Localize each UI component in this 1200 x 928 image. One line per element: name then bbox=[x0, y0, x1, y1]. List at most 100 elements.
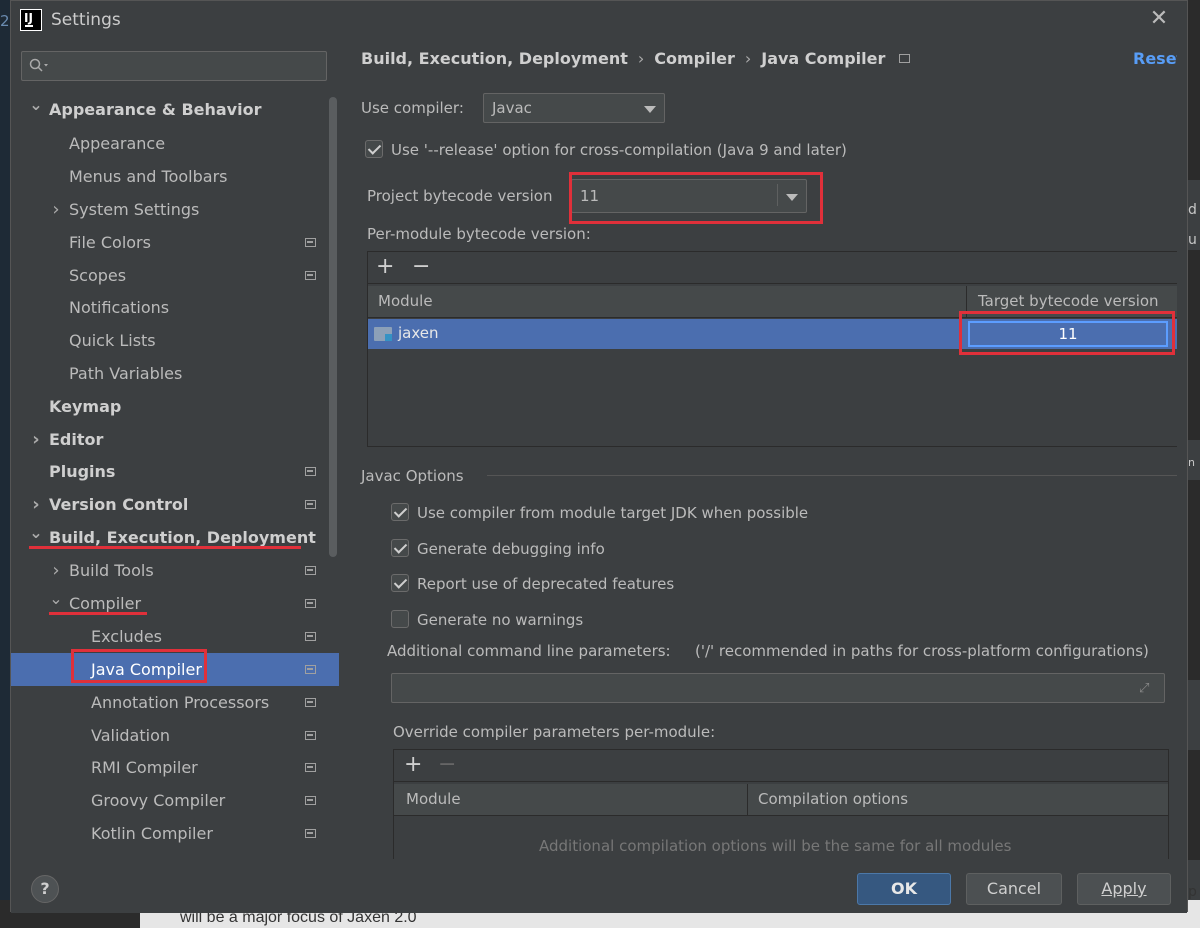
sidebar-item-annotation-processors[interactable]: Annotation Processors bbox=[11, 686, 339, 719]
project-config-icon bbox=[305, 698, 316, 707]
breadcrumb: Build, Execution, Deployment › Compiler › Ja… bbox=[361, 49, 911, 68]
sidebar-item-label: RMI Compiler bbox=[91, 758, 198, 777]
project-config-icon bbox=[305, 271, 316, 280]
help-button[interactable]: ? bbox=[31, 875, 59, 903]
background-char: p bbox=[1188, 884, 1197, 900]
sidebar-item-rmi-compiler[interactable]: RMI Compiler bbox=[11, 751, 339, 784]
intellij-logo-icon: IJ bbox=[20, 9, 42, 31]
column-target-version[interactable]: Target bytecode version bbox=[978, 292, 1159, 310]
sidebar-item-label: Editor bbox=[49, 430, 104, 449]
reset-link[interactable]: Reset bbox=[1133, 49, 1177, 68]
chevron-down-icon[interactable]: ⌄ bbox=[29, 516, 43, 549]
table-header: Module Compilation options bbox=[394, 784, 1168, 816]
additional-params-input[interactable] bbox=[391, 673, 1165, 703]
additional-params-hint: ('/' recommended in paths for cross-plat… bbox=[695, 642, 1149, 660]
settings-dialog: IJ Settings ✕ ⌄ Appearance & Behavior Appe… bbox=[10, 0, 1188, 913]
sidebar-item-label: Keymap bbox=[49, 397, 122, 416]
sidebar-item-label: System Settings bbox=[69, 200, 200, 219]
sidebar-item-label: Appearance bbox=[69, 134, 166, 153]
sidebar-item-appearance[interactable]: Appearance bbox=[11, 127, 339, 160]
option-checkbox[interactable] bbox=[391, 610, 409, 628]
search-icon bbox=[29, 58, 48, 72]
column-compilation-options[interactable]: Compilation options bbox=[758, 790, 908, 808]
background-char: n bbox=[1188, 456, 1195, 469]
override-table: + − Module Compilation options Additiona… bbox=[393, 749, 1169, 859]
breadcrumb-item: Java Compiler bbox=[761, 49, 886, 68]
chevron-right-icon[interactable]: › bbox=[29, 423, 43, 456]
sidebar-item-version-control[interactable]: › Version Control bbox=[11, 488, 339, 521]
option-checkbox[interactable] bbox=[391, 574, 409, 592]
search-input[interactable] bbox=[21, 51, 327, 81]
sidebar-item-label: Path Variables bbox=[69, 364, 183, 383]
javac-options-title: Javac Options bbox=[361, 467, 464, 485]
sidebar-item-system-settings[interactable]: › System Settings bbox=[11, 193, 339, 226]
release-option-label: Use '--release' option for cross-compila… bbox=[391, 141, 847, 159]
project-config-icon bbox=[305, 665, 316, 674]
sidebar-item-label: Annotation Processors bbox=[91, 693, 270, 712]
chevron-down-icon[interactable]: ⌄ bbox=[49, 582, 63, 615]
sidebar-item-keymap[interactable]: Keymap bbox=[11, 390, 339, 423]
project-config-icon bbox=[305, 632, 316, 641]
sidebar-item-label: File Colors bbox=[69, 233, 151, 252]
option-label: Generate no warnings bbox=[417, 611, 584, 629]
sidebar-item-validation[interactable]: Validation bbox=[11, 719, 339, 752]
sidebar-item-label: Build Tools bbox=[69, 561, 154, 580]
sidebar-item-appearance-behavior[interactable]: ⌄ Appearance & Behavior bbox=[11, 93, 339, 126]
background-char: d bbox=[1188, 202, 1197, 218]
project-config-icon bbox=[305, 796, 316, 805]
sidebar-item-file-colors[interactable]: File Colors bbox=[11, 226, 339, 259]
cancel-button[interactable]: Cancel bbox=[966, 873, 1062, 905]
sidebar-item-kotlin-compiler[interactable]: Kotlin Compiler bbox=[11, 817, 339, 850]
sidebar-item-label: Build, Execution, Deployment bbox=[49, 528, 316, 547]
column-module[interactable]: Module bbox=[406, 790, 461, 808]
annotation-underline bbox=[49, 612, 147, 615]
sidebar-item-path-variables[interactable]: Path Variables bbox=[11, 357, 339, 390]
project-config-icon bbox=[305, 566, 316, 575]
project-config-icon bbox=[305, 467, 316, 476]
project-config-icon bbox=[899, 54, 911, 63]
window-title: Settings bbox=[51, 10, 121, 30]
sidebar-item-label: Scopes bbox=[69, 266, 127, 285]
sidebar-item-build-execution-deployment[interactable]: ⌄ Build, Execution, Deployment bbox=[11, 521, 339, 554]
add-button[interactable]: + bbox=[404, 753, 422, 777]
project-config-icon bbox=[305, 500, 316, 509]
empty-table-text: Additional compilation options will be t… bbox=[539, 837, 1012, 855]
sidebar-item-notifications[interactable]: Notifications bbox=[11, 291, 339, 324]
background-line-number: 2 bbox=[0, 12, 10, 30]
sidebar-item-quick-lists[interactable]: Quick Lists bbox=[11, 324, 339, 357]
apply-button[interactable]: Apply bbox=[1077, 873, 1171, 905]
sidebar-item-scopes[interactable]: Scopes bbox=[11, 259, 339, 292]
use-compiler-dropdown[interactable]: Javac bbox=[483, 93, 665, 123]
sidebar-item-label: Version Control bbox=[49, 495, 189, 514]
sidebar-item-plugins[interactable]: Plugins bbox=[11, 455, 339, 488]
chevron-right-icon[interactable]: › bbox=[49, 193, 63, 226]
bytecode-version-label: Project bytecode version bbox=[367, 187, 553, 205]
close-icon[interactable]: ✕ bbox=[1147, 7, 1171, 31]
chevron-down-icon[interactable]: ⌄ bbox=[29, 88, 43, 121]
remove-button[interactable]: − bbox=[438, 753, 456, 777]
annotation-box bbox=[959, 311, 1175, 355]
sidebar-item-groovy-compiler[interactable]: Groovy Compiler bbox=[11, 784, 339, 817]
annotation-underline bbox=[29, 546, 301, 549]
breadcrumb-item: Compiler bbox=[654, 49, 735, 68]
add-button[interactable]: + bbox=[376, 255, 394, 279]
sidebar-item-editor[interactable]: › Editor bbox=[11, 423, 339, 456]
dialog-footer: ? OK Cancel Apply bbox=[11, 859, 1187, 913]
breadcrumb-item: Build, Execution, Deployment bbox=[361, 49, 628, 68]
sidebar-item-label: Appearance & Behavior bbox=[49, 100, 262, 119]
sidebar-item-label: Validation bbox=[91, 726, 171, 745]
module-folder-icon bbox=[374, 327, 392, 341]
chevron-down-icon bbox=[644, 106, 656, 113]
ok-button[interactable]: OK bbox=[857, 873, 951, 905]
option-checkbox[interactable] bbox=[391, 503, 409, 521]
override-label: Override compiler parameters per-module: bbox=[393, 723, 716, 741]
sidebar-item-label: Compiler bbox=[69, 594, 142, 613]
expand-icon[interactable]: ⤢ bbox=[1139, 681, 1169, 696]
option-checkbox[interactable] bbox=[391, 539, 409, 557]
sidebar-item-menus-and-toolbars[interactable]: Menus and Toolbars bbox=[11, 160, 339, 193]
sidebar-item-compiler[interactable]: ⌄ Compiler bbox=[11, 587, 339, 620]
column-module[interactable]: Module bbox=[378, 292, 433, 310]
remove-button[interactable]: − bbox=[412, 255, 430, 279]
release-option-checkbox[interactable] bbox=[365, 140, 383, 158]
sidebar-item-label: Menus and Toolbars bbox=[69, 167, 228, 186]
